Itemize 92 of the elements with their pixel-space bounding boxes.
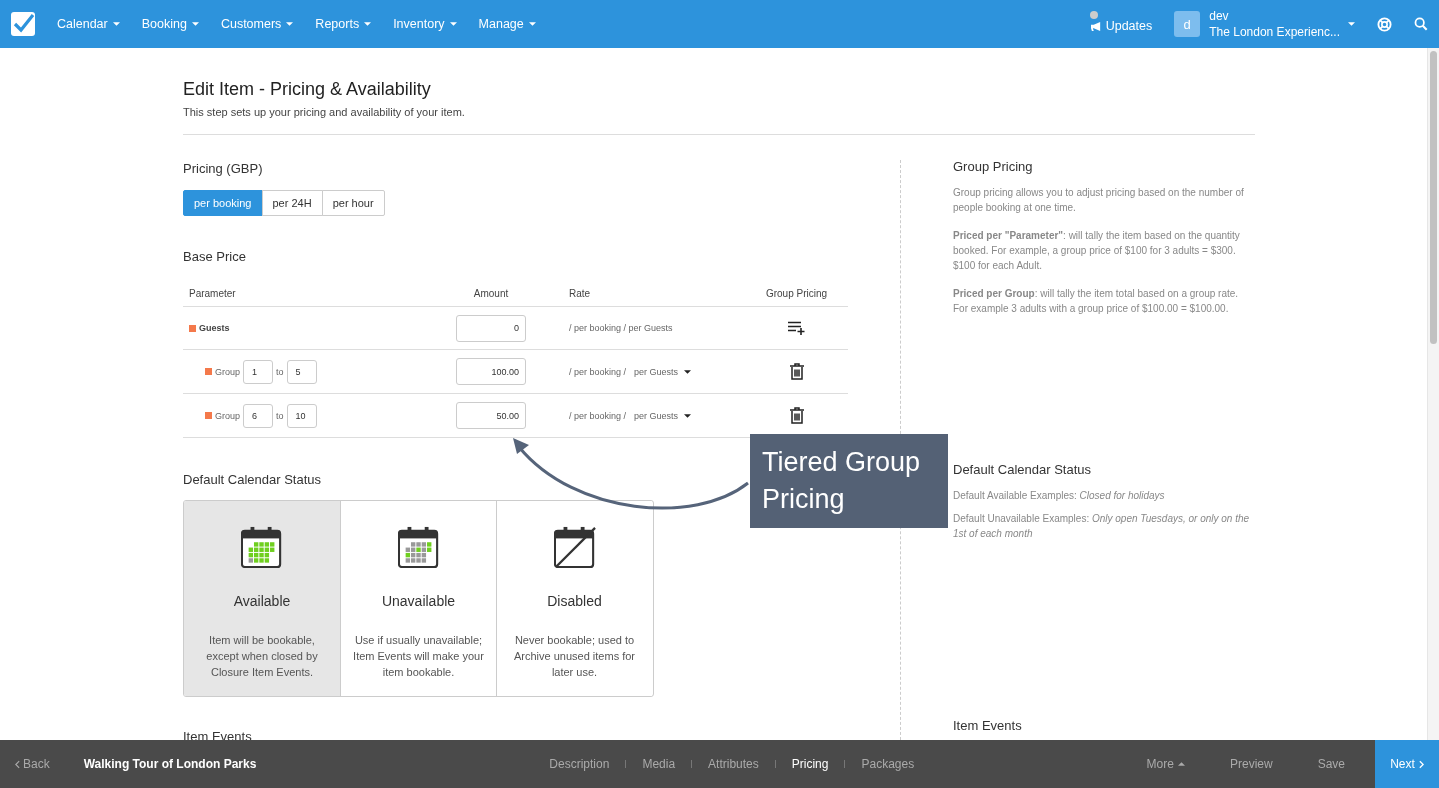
callout-label: Tiered Group Pricing	[750, 434, 948, 528]
status-option-label: Unavailable	[381, 593, 456, 609]
rate-text: / per booking /	[569, 366, 627, 377]
trash-icon[interactable]	[789, 363, 804, 380]
calendar-icon	[241, 526, 283, 568]
caret-icon	[528, 22, 536, 26]
nav-menu[interactable]: Booking	[141, 17, 199, 31]
updates-button[interactable]: Updates	[1089, 15, 1153, 33]
nav-menu[interactable]: Manage	[478, 17, 536, 31]
section-heading: Default Calendar Status	[183, 472, 323, 488]
pricing-unit-tab[interactable]: per booking	[183, 190, 263, 216]
item-title: Walking Tour of London Parks	[83, 757, 257, 771]
calendar-icon	[397, 526, 440, 568]
column-header: Amount	[473, 288, 509, 299]
section-heading: Base Price	[183, 249, 247, 265]
rate-text: / per booking /	[569, 410, 627, 421]
caret-icon	[684, 413, 692, 418]
trash-icon[interactable]	[789, 407, 804, 424]
caret-icon	[286, 22, 294, 26]
help-icon[interactable]	[1377, 16, 1392, 32]
range-separator: to	[276, 366, 284, 377]
step-tab[interactable]: Pricing	[791, 757, 829, 771]
help-heading: Default Calendar Status	[953, 462, 1093, 478]
status-option-card[interactable]: Disabled Never bookable; used to Archive unused items for later use.	[496, 501, 652, 696]
more-button[interactable]: More	[1146, 757, 1185, 771]
caret-icon	[684, 369, 692, 374]
range-to-field[interactable]: 5	[286, 359, 317, 384]
caret-icon[interactable]	[1348, 22, 1355, 26]
page-title: Edit Item - Pricing & Availability	[183, 79, 432, 99]
caret-icon	[364, 22, 372, 26]
range-from-field[interactable]: 1	[243, 359, 273, 384]
help-text: Default Unavailable Examples: Only open Tuesdays, or only on the 1st of each month	[953, 512, 1251, 541]
step-tab[interactable]: Description	[549, 757, 610, 771]
nav-menu[interactable]: Reports	[315, 17, 372, 31]
crossed-calendar-icon	[553, 526, 596, 568]
page-subtitle: This step sets up your pricing and availability of your item.	[183, 106, 466, 118]
add-list-icon[interactable]	[787, 321, 806, 335]
status-option-card[interactable]: Available Item will be bookable, except when closed by Closure Item Events.	[184, 501, 340, 696]
chevron-left-icon	[15, 759, 20, 769]
pricing-unit-tab[interactable]: per 24H	[261, 190, 323, 216]
status-option-description: Never bookable; used to Archive unused items for later use.	[512, 633, 637, 680]
group-label: Group	[215, 366, 240, 377]
search-icon[interactable]	[1414, 17, 1428, 31]
save-button[interactable]: Save	[1317, 757, 1345, 771]
caret-icon	[449, 22, 457, 26]
help-heading: Group Pricing	[953, 159, 1034, 175]
step-tab[interactable]: Packages	[861, 757, 915, 771]
help-paragraph: Priced per "Parameter": will tally the item based on the quantity booked. For example, a group price of $100 for 3 adults = $300. $100 for each Adult.	[953, 229, 1241, 273]
logo-icon[interactable]	[11, 12, 35, 36]
step-tab[interactable]: Media	[642, 757, 676, 771]
nav-menu[interactable]: Calendar	[57, 17, 120, 31]
rate-text: / per booking / per Guests	[569, 323, 673, 333]
caret-icon	[191, 22, 199, 26]
user-name: dev	[1209, 8, 1230, 24]
status-option-label: Disabled	[547, 593, 602, 609]
square-icon	[205, 412, 212, 419]
amount-field[interactable]: 100.00	[456, 358, 526, 385]
help-paragraph: Group pricing allows you to adjust pricing based on the number of people booking at one time.	[953, 186, 1245, 215]
back-button[interactable]: Back	[15, 757, 50, 771]
nav-menu[interactable]: Customers	[220, 17, 294, 31]
column-header: Group Pricing	[765, 288, 828, 299]
status-option-label: Available	[233, 593, 291, 609]
status-option-description: Item will be bookable, except when closed by Closure Item Events.	[205, 633, 319, 680]
help-text: Default Available Examples: Closed for holidays	[953, 489, 1166, 503]
amount-field[interactable]: 50.00	[456, 402, 526, 429]
parameter-name: Guests	[199, 323, 230, 333]
help-paragraph: Priced per Group: will tally the item total based on a group rate. For example 3 adults with a group price of $100.00 = $100.00.	[953, 287, 1240, 316]
rate-unit-dropdown[interactable]: per Guests	[634, 366, 692, 377]
status-option-description: Use if usually unavailable; Item Events will make your item bookable.	[352, 633, 485, 680]
megaphone-icon	[1089, 20, 1103, 32]
next-button[interactable]: Next	[1375, 740, 1439, 788]
group-label: Group	[215, 410, 240, 421]
range-separator: to	[276, 410, 284, 421]
column-header: Parameter	[189, 288, 236, 299]
section-heading: Pricing (GBP)	[183, 161, 264, 177]
range-to-field[interactable]: 10	[286, 403, 317, 428]
caret-icon	[112, 22, 120, 26]
nav-menu[interactable]: Inventory	[393, 17, 457, 31]
amount-field[interactable]: 0	[456, 314, 526, 342]
caret-icon	[1177, 762, 1185, 766]
rate-unit-dropdown[interactable]: per Guests	[634, 410, 692, 421]
square-icon	[189, 324, 196, 332]
help-heading: Item Events	[953, 718, 1023, 734]
avatar: d	[1174, 11, 1201, 37]
preview-button[interactable]: Preview	[1229, 757, 1273, 771]
square-icon	[205, 368, 212, 375]
pricing-unit-tab[interactable]: per hour	[321, 190, 385, 216]
step-tab[interactable]: Attributes	[708, 757, 759, 771]
column-header: Rate	[569, 288, 591, 299]
range-from-field[interactable]: 6	[243, 403, 273, 428]
company-name: The London Experienc...	[1209, 24, 1340, 40]
chevron-right-icon	[1418, 759, 1424, 769]
